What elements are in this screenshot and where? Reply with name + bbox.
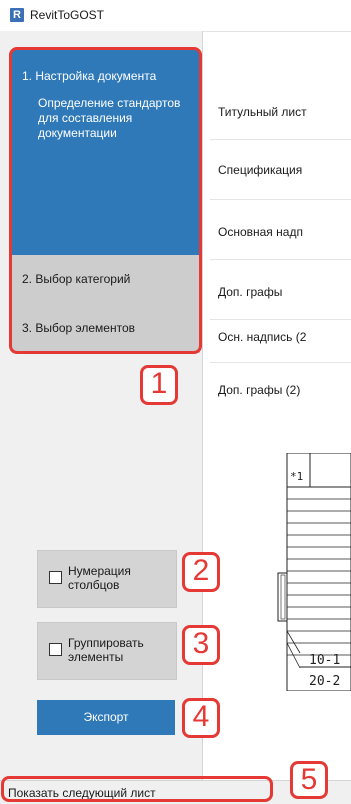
sheet-main-inscription-2[interactable]: Осн. надпись (2 (218, 330, 306, 344)
callout-frame-steps (9, 47, 202, 354)
callout-number-2: 2 (182, 552, 220, 592)
title-bar: R RevitToGOST (0, 0, 351, 32)
divider (210, 259, 351, 260)
preview-row-1: 10-1 (309, 653, 340, 668)
callout-number-1: 1 (140, 365, 178, 405)
column-numbering-checkbox[interactable] (49, 571, 62, 584)
group-elements-checkbox[interactable] (49, 643, 62, 656)
divider (210, 199, 351, 200)
sheet-specification[interactable]: Спецификация (218, 163, 302, 177)
divider (210, 139, 351, 140)
sheet-preview: *1 10-1 20-2 (277, 453, 351, 691)
callout-number-5: 5 (290, 761, 328, 799)
group-elements-option[interactable]: Группировать элементы (37, 622, 177, 680)
preview-row-2: 20-2 (309, 674, 340, 689)
revit-logo-icon: R (10, 8, 24, 22)
divider (210, 362, 351, 363)
callout-number-4: 4 (182, 698, 220, 738)
export-button[interactable]: Экспорт (37, 700, 175, 735)
sheet-main-inscription[interactable]: Основная надп (218, 225, 303, 239)
callout-frame-status (1, 776, 273, 802)
sheet-extra-columns-2[interactable]: Доп. графы (2) (218, 383, 300, 397)
sheet-extra-columns[interactable]: Доп. графы (218, 285, 282, 299)
preview-cell-label: *1 (290, 470, 303, 483)
callout-number-3: 3 (182, 625, 220, 665)
column-numbering-option[interactable]: Нумерация столбцов (37, 550, 177, 608)
divider (210, 319, 351, 320)
window-title: RevitToGOST (30, 8, 105, 22)
column-numbering-label: Нумерация столбцов (68, 564, 131, 592)
group-elements-label: Группировать элементы (68, 636, 144, 664)
sheet-title-page[interactable]: Титульный лист (218, 105, 307, 119)
